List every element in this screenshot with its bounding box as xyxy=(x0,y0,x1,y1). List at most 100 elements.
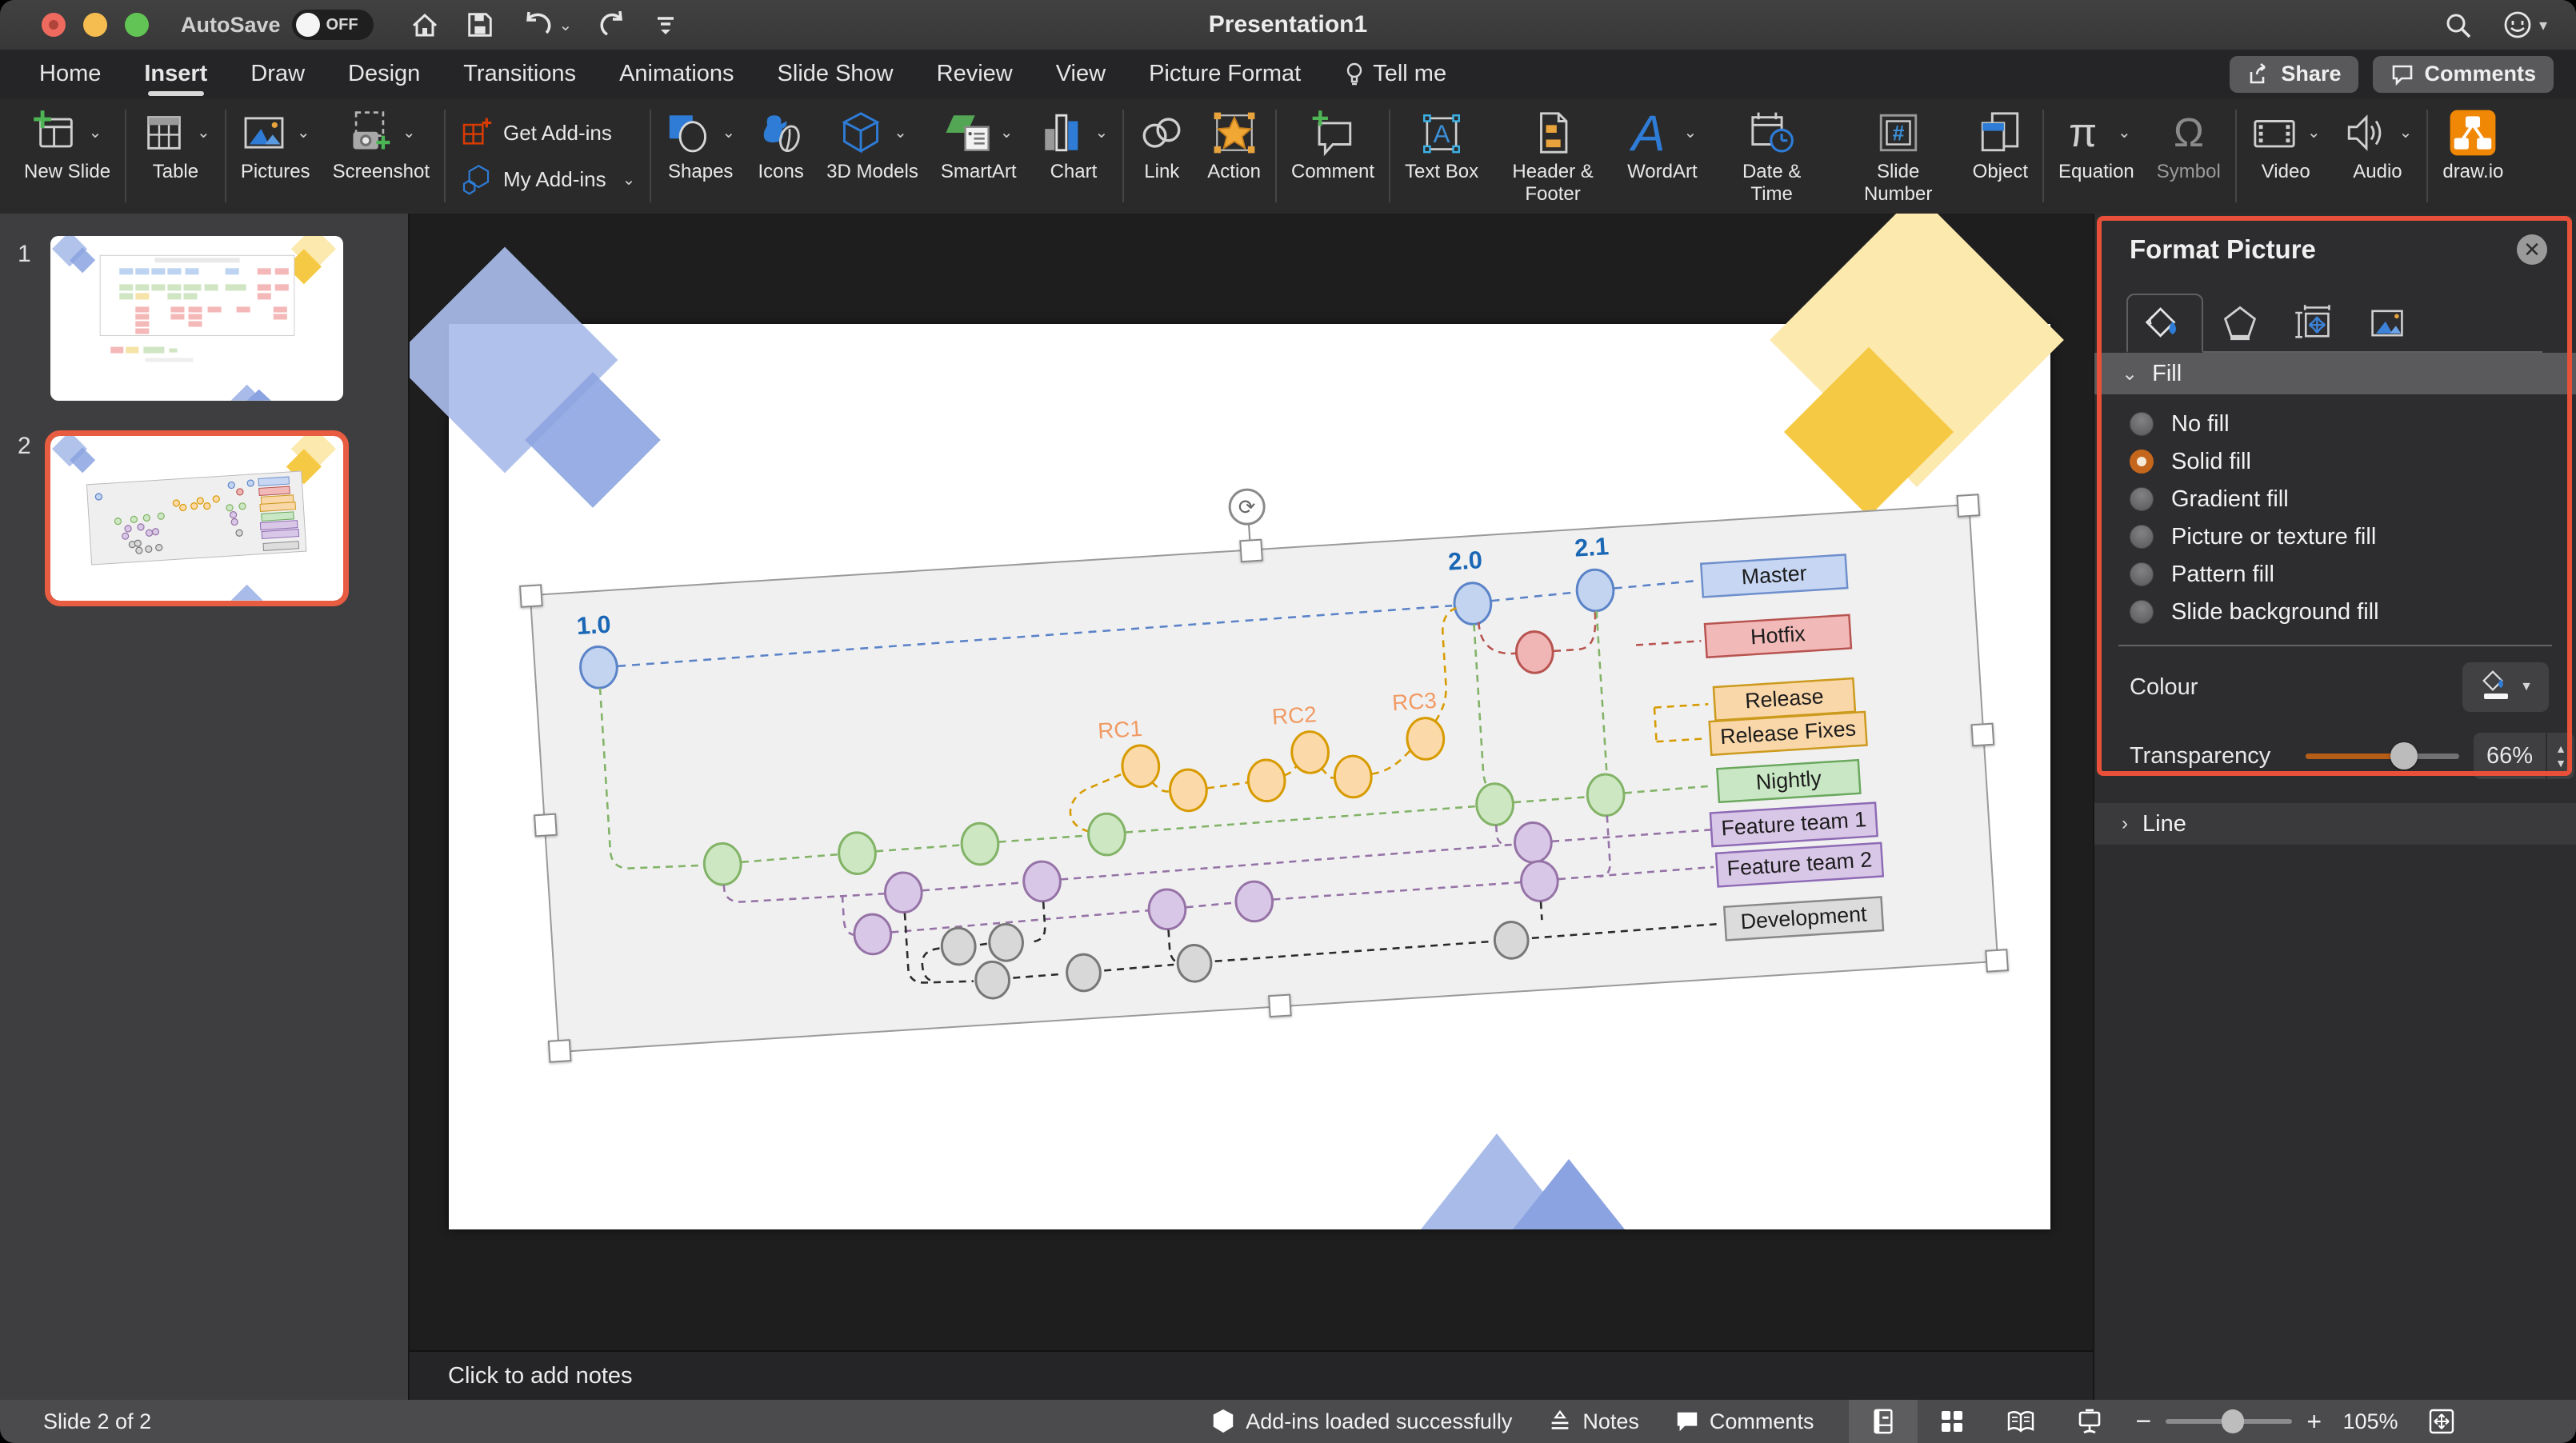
screenshot-button[interactable]: ⌄ Screenshot xyxy=(333,106,430,183)
handle-top-right[interactable] xyxy=(1956,494,1980,518)
zoom-out-button[interactable]: − xyxy=(2135,1406,2151,1437)
handle-top-left[interactable] xyxy=(519,584,543,608)
slide-1-thumbnail[interactable] xyxy=(50,236,343,401)
stepper-down-icon[interactable]: ▼ xyxy=(2555,757,2566,769)
autosave-toggle[interactable]: OFF xyxy=(292,10,374,40)
option-pattern-fill[interactable]: Pattern fill xyxy=(2130,559,2576,590)
customize-toolbar-button[interactable] xyxy=(652,9,679,41)
chart-button[interactable]: ⌄ Chart xyxy=(1039,106,1109,183)
handle-bottom-left[interactable] xyxy=(548,1039,572,1063)
transparency-slider[interactable] xyxy=(2306,741,2459,771)
icons-button[interactable]: Icons xyxy=(758,106,804,183)
handle-bottom-right[interactable] xyxy=(1985,949,2009,973)
drawio-button[interactable]: draw.io xyxy=(2442,106,2503,183)
slide-show-button[interactable] xyxy=(2055,1400,2124,1443)
radio-icon[interactable] xyxy=(2130,412,2154,436)
tab-design[interactable]: Design xyxy=(326,50,442,98)
zoom-in-button[interactable]: + xyxy=(2306,1407,2322,1437)
new-slide-button[interactable]: ⌄ New Slide xyxy=(24,106,110,183)
slide-sorter-view-button[interactable] xyxy=(1918,1400,1986,1443)
my-addins-button[interactable]: My Add-ins ⌄ xyxy=(460,163,635,195)
close-panel-button[interactable]: ✕ xyxy=(2517,234,2547,265)
object-button[interactable]: Object xyxy=(1973,106,2028,183)
tab-size-properties[interactable] xyxy=(2277,295,2350,351)
gitflow-picture[interactable]: 1.0 2.0 2.1 xyxy=(530,504,1998,1053)
colour-swatch-button[interactable]: ▼ xyxy=(2462,662,2549,712)
save-icon[interactable] xyxy=(465,10,495,40)
radio-icon[interactable] xyxy=(2130,525,2154,549)
shapes-button[interactable]: ⌄ Shapes xyxy=(666,106,735,183)
link-button[interactable]: Link xyxy=(1138,106,1185,183)
close-window-button[interactable] xyxy=(42,13,66,37)
zoom-percentage[interactable]: 105% xyxy=(2334,1409,2406,1434)
tab-review[interactable]: Review xyxy=(915,50,1034,98)
3d-models-button[interactable]: ⌄ 3D Models xyxy=(826,106,918,183)
tab-animations[interactable]: Animations xyxy=(598,50,755,98)
audio-button[interactable]: ⌄ Audio xyxy=(2343,106,2413,183)
option-gradient-fill[interactable]: Gradient fill xyxy=(2130,484,2576,514)
slide-2-thumbnail[interactable] xyxy=(50,436,343,601)
header-footer-button[interactable]: Header & Footer xyxy=(1501,106,1605,205)
option-solid-fill[interactable]: Solid fill xyxy=(2130,446,2576,477)
equation-button[interactable]: π ⌄ Equation xyxy=(2058,106,2134,183)
radio-icon[interactable] xyxy=(2130,487,2154,511)
fill-section-header[interactable]: ⌄ Fill xyxy=(2094,353,2576,394)
wordart-button[interactable]: A ⌄ WordArt xyxy=(1627,106,1698,183)
option-no-fill[interactable]: No fill xyxy=(2130,409,2576,439)
undo-chevron-icon[interactable]: ⌄ xyxy=(559,15,573,35)
handle-bottom-center[interactable] xyxy=(1268,993,1292,1017)
undo-button[interactable]: ⌄ xyxy=(519,9,573,41)
search-icon[interactable] xyxy=(2442,9,2474,41)
radio-icon[interactable] xyxy=(2130,562,2154,586)
tab-picture-format[interactable]: Picture Format xyxy=(1127,50,1322,98)
tab-transitions[interactable]: Transitions xyxy=(442,50,598,98)
comments-button[interactable]: Comments xyxy=(2373,56,2554,93)
account-avatar[interactable]: ▾ xyxy=(2501,8,2547,42)
autosave-control[interactable]: AutoSave OFF xyxy=(181,10,374,40)
action-button[interactable]: Action xyxy=(1207,106,1261,183)
notes-toggle[interactable]: Notes xyxy=(1547,1409,1639,1434)
smartart-button[interactable]: ⌄ SmartArt xyxy=(941,106,1017,183)
redo-button[interactable] xyxy=(596,9,628,41)
handle-top-center[interactable] xyxy=(1239,539,1263,563)
slide-canvas[interactable]: 1.0 2.0 2.1 xyxy=(410,214,2094,1352)
radio-selected-icon[interactable] xyxy=(2130,450,2154,474)
tab-fill-line[interactable] xyxy=(2126,294,2203,353)
normal-view-button[interactable] xyxy=(1849,1400,1918,1443)
option-picture-texture-fill[interactable]: Picture or texture fill xyxy=(2130,522,2576,552)
zoom-knob[interactable] xyxy=(2222,1409,2244,1433)
zoom-window-button[interactable] xyxy=(125,13,149,37)
slide-number-button[interactable]: # Slide Number xyxy=(1846,106,1950,205)
share-button[interactable]: Share xyxy=(2230,56,2358,93)
radio-icon[interactable] xyxy=(2130,600,2154,624)
tab-slide-show[interactable]: Slide Show xyxy=(756,50,915,98)
line-section-header[interactable]: › Line xyxy=(2094,803,2576,845)
zoom-slider[interactable] xyxy=(2166,1409,2292,1433)
notes-area[interactable]: Click to add notes xyxy=(410,1350,2094,1400)
minimize-window-button[interactable] xyxy=(83,13,107,37)
video-button[interactable]: ⌄ Video xyxy=(2251,106,2321,183)
tab-tell-me[interactable]: Tell me xyxy=(1322,50,1468,98)
reading-view-button[interactable] xyxy=(1986,1400,2055,1443)
tab-home[interactable]: Home xyxy=(18,50,122,98)
table-button[interactable]: ⌄ Table xyxy=(141,106,210,183)
comments-toggle[interactable]: Comments xyxy=(1674,1409,1814,1434)
comment-button[interactable]: Comment xyxy=(1291,106,1374,183)
pictures-button[interactable]: ⌄ Pictures xyxy=(241,106,310,183)
tab-draw[interactable]: Draw xyxy=(229,50,326,98)
handle-middle-left[interactable] xyxy=(534,813,558,837)
fit-slide-button[interactable] xyxy=(2427,1407,2456,1436)
stepper-up-icon[interactable]: ▲ xyxy=(2555,742,2566,755)
transparency-stepper[interactable]: 66% ▲ ▼ xyxy=(2474,733,2574,779)
handle-middle-right[interactable] xyxy=(1970,723,1994,747)
option-slide-background-fill[interactable]: Slide background fill xyxy=(2130,597,2576,627)
date-time-button[interactable]: Date & Time xyxy=(1720,106,1824,205)
tab-view[interactable]: View xyxy=(1034,50,1127,98)
tab-insert[interactable]: Insert xyxy=(122,50,229,98)
tab-effects[interactable] xyxy=(2203,295,2277,351)
text-box-button[interactable]: A Text Box xyxy=(1405,106,1478,183)
slider-knob[interactable] xyxy=(2390,742,2418,769)
get-addins-button[interactable]: Get Add-ins xyxy=(460,117,635,149)
home-icon[interactable] xyxy=(409,9,441,41)
tab-picture[interactable] xyxy=(2350,295,2424,351)
